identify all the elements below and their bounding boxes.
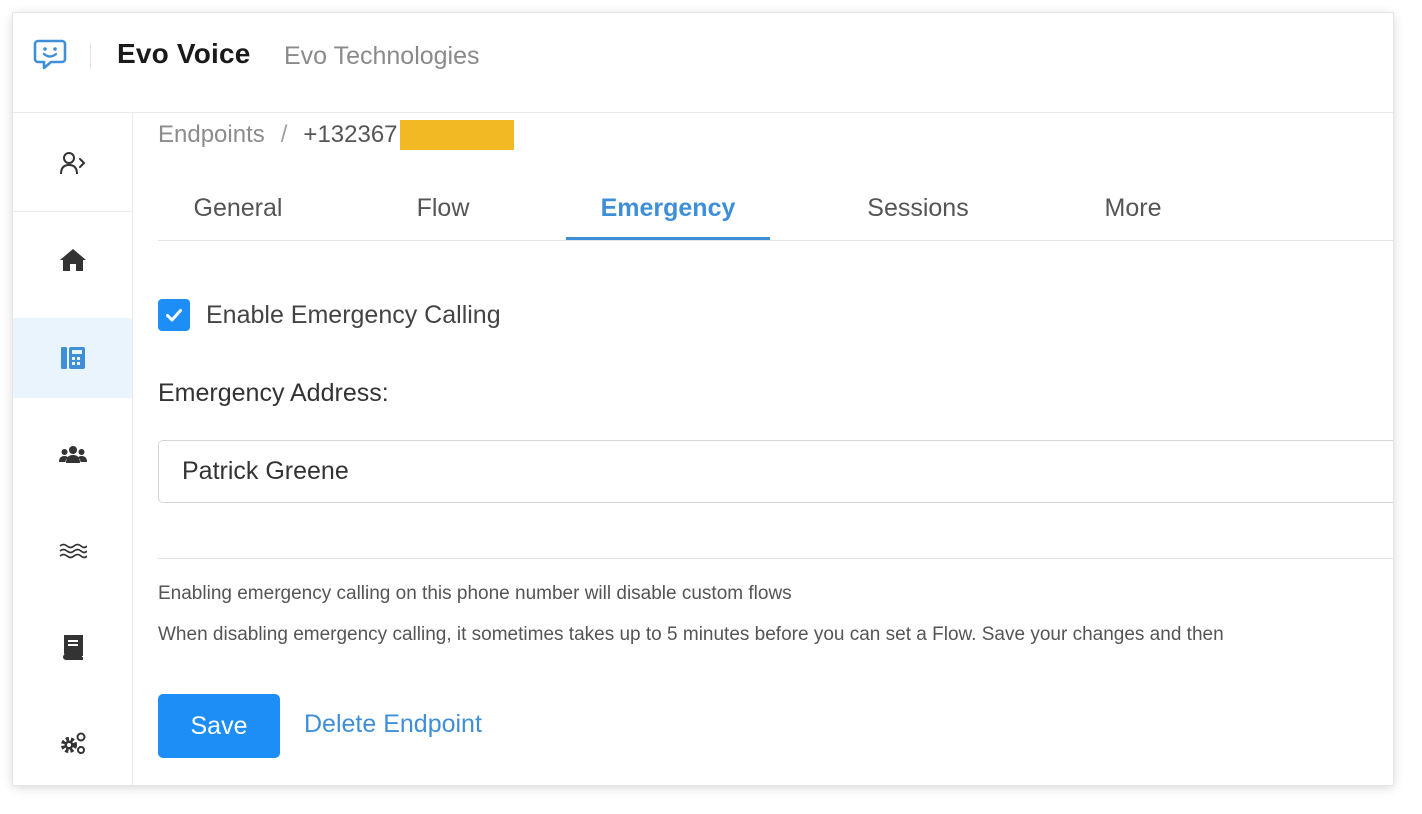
help-text-disable: When disabling emergency calling, it som… [158,624,1224,645]
breadcrumb-current: +132367 [303,121,398,148]
waves-icon [58,543,87,559]
sidebar-item-settings[interactable] [13,703,132,783]
save-button[interactable]: Save [158,694,280,758]
delete-endpoint-link[interactable]: Delete Endpoint [304,710,482,739]
tab-flow[interactable]: Flow [363,175,523,241]
book-icon [62,635,83,660]
home-icon [59,249,86,271]
breadcrumb-endpoints-link[interactable]: Endpoints [158,121,265,149]
users-icon [58,446,87,463]
tab-more[interactable]: More [1053,175,1213,241]
sidebar-item-endpoints[interactable] [13,318,132,398]
sidebar-separator [13,211,132,212]
org-name: Evo Technologies [284,42,480,70]
sidebar-item-docs[interactable] [13,607,132,687]
check-icon [166,309,182,322]
app-title: Evo Voice [117,38,251,69]
enable-emergency-checkbox[interactable] [158,299,190,331]
gears-icon [60,732,85,754]
redaction-box [399,120,514,150]
enable-emergency-label[interactable]: Enable Emergency Calling [206,301,501,330]
app-window: Evo Voice Evo Technologies Endpoints / +… [13,13,1393,785]
breadcrumb-separator: / [280,121,288,148]
enable-emergency-row: Enable Emergency Calling [158,298,501,332]
sidebar-item-switch-account[interactable] [13,123,132,203]
emergency-address-input[interactable] [158,440,1393,503]
tab-emergency[interactable]: Emergency [566,175,770,241]
help-text-enable: Enabling emergency calling on this phone… [158,583,792,604]
section-divider [158,558,1393,559]
header-divider [90,43,91,69]
breadcrumb: Endpoints / +132367 [158,119,514,151]
tab-sessions[interactable]: Sessions [838,175,998,241]
app-header: Evo Voice Evo Technologies [13,13,1393,113]
phone-book-icon [60,347,85,369]
active-tab-indicator [566,237,770,240]
main-content: Endpoints / +132367 General Flow Emergen… [158,113,1393,785]
emergency-address-label: Emergency Address: [158,379,389,407]
tab-general[interactable]: General [158,175,318,241]
tab-bar: General Flow Emergency Sessions More [158,175,1393,241]
sidebar-item-users[interactable] [13,415,132,495]
chat-smile-icon[interactable] [33,37,67,71]
sidebar [13,113,133,785]
user-switch-icon [59,152,85,175]
sidebar-item-home[interactable] [13,220,132,300]
sidebar-item-flows[interactable] [13,511,132,591]
